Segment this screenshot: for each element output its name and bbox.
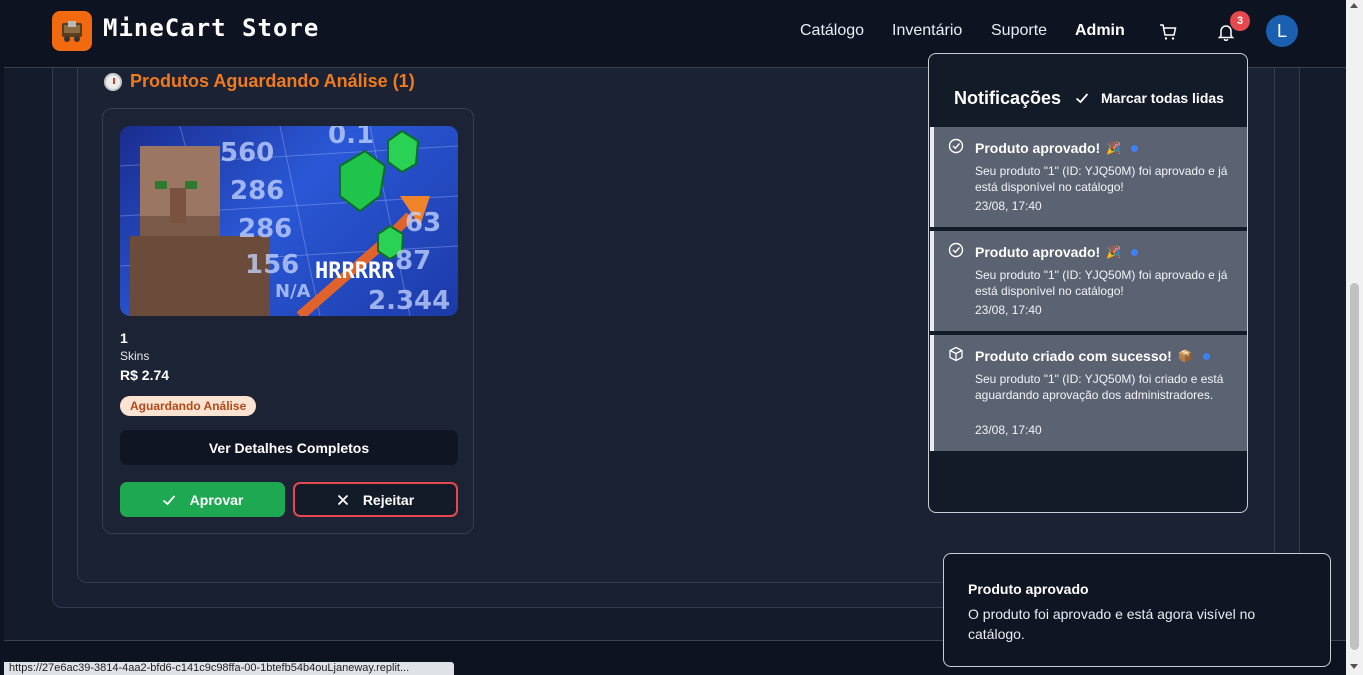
status-bar-url: https://27e6ac39-3814-4aa2-bfd6-c141c9c9… (4, 662, 454, 675)
cart-button[interactable] (1156, 20, 1180, 44)
unread-dot (1131, 248, 1139, 256)
notifications-title: Notificações (954, 88, 1062, 108)
toast-notification[interactable]: Produto aprovado O produto foi aprovado … (943, 553, 1331, 667)
notification-item[interactable]: Produto criado com sucesso! 📦 Seu produt… (930, 335, 1247, 451)
notification-time: 23/08, 17:40 (975, 303, 1042, 317)
minecart-logo-icon (62, 21, 82, 42)
clock-icon (104, 72, 122, 91)
nav-inventory[interactable]: Inventário (892, 22, 962, 40)
check-circle-icon (948, 138, 964, 154)
close-icon (337, 494, 348, 505)
nav-admin[interactable]: Admin (1075, 22, 1125, 40)
image-text: 2.344 (368, 286, 451, 316)
notification-body: Seu produto "1" (ID: YJQ50M) foi aprovad… (975, 268, 1228, 298)
notification-count-badge: 3 (1230, 11, 1250, 31)
package-icon (949, 346, 963, 362)
notification-title: Produto aprovado! (975, 140, 1101, 156)
product-image[interactable]: 560 286 286 156 N/A 63 87 2.344 0.1 HRRR… (120, 126, 458, 316)
image-text: 156 (245, 250, 300, 280)
image-text: 63 (405, 208, 442, 238)
product-category: Skins (120, 349, 150, 363)
cart-icon (1160, 24, 1177, 40)
scroll-up-arrow-icon[interactable] (1350, 3, 1358, 8)
party-emoji: 🎉 (1106, 245, 1122, 259)
view-details-label: Ver Detalhes Completos (208, 439, 370, 456)
notification-item[interactable]: Produto aprovado! 🎉 Seu produto "1" (ID:… (930, 231, 1247, 331)
image-text: N/A (275, 281, 311, 302)
party-emoji: 🎉 (1106, 141, 1122, 155)
notification-body: Seu produto "1" (ID: YJQ50M) foi criado … (975, 372, 1224, 402)
notification-item[interactable]: Produto aprovado! 🎉 Seu produto "1" (ID:… (930, 127, 1247, 227)
status-badge: Aguardando Análise (120, 396, 257, 416)
view-details-button[interactable]: Ver Detalhes Completos (120, 430, 458, 465)
pending-products-heading: Produtos Aguardando Análise (1) (104, 71, 415, 92)
toast-title: Produto aprovado (968, 581, 1089, 597)
brand-name[interactable]: MineCart Store (103, 14, 319, 42)
scroll-down-arrow-icon[interactable] (1350, 664, 1358, 669)
image-text: 87 (395, 246, 432, 276)
approve-label: Aprovar (189, 491, 244, 508)
nav-support[interactable]: Suporte (991, 22, 1047, 40)
notification-header: Produto aprovado! 🎉 (975, 244, 1139, 260)
notifications-dropdown: Notificações Marcar todas lidas Produto … (928, 53, 1248, 513)
product-card: 560 286 286 156 N/A 63 87 2.344 0.1 HRRR… (102, 108, 474, 534)
unread-dot (1202, 352, 1210, 360)
reject-button[interactable]: Rejeitar (293, 482, 458, 517)
notification-header: Produto aprovado! 🎉 (975, 140, 1139, 156)
nav-catalog[interactable]: Catálogo (800, 22, 864, 40)
approve-button[interactable]: Aprovar (120, 482, 285, 517)
check-icon (162, 494, 175, 505)
notification-title: Produto aprovado! (975, 244, 1101, 260)
unread-dot (1131, 144, 1139, 152)
notification-time: 23/08, 17:40 (975, 199, 1042, 213)
product-name: 1 (120, 330, 128, 346)
section-title: Produtos Aguardando Análise (1) (130, 71, 415, 91)
window-edge (0, 0, 4, 675)
notification-time: 23/08, 17:40 (975, 423, 1042, 437)
store-logo[interactable] (52, 11, 92, 51)
notification-title: Produto criado com sucesso! (975, 348, 1172, 364)
notification-body: Seu produto "1" (ID: YJQ50M) foi aprovad… (975, 164, 1228, 194)
user-avatar[interactable]: L (1266, 15, 1298, 47)
image-text: 0.1 (328, 126, 375, 150)
check-icon (1075, 93, 1089, 104)
product-price: R$ 2.74 (120, 367, 170, 383)
package-emoji: 📦 (1177, 349, 1193, 363)
image-text: 560 (220, 138, 275, 168)
mark-all-read-button[interactable]: Marcar todas lidas (1075, 90, 1224, 106)
notification-header: Produto criado com sucesso! 📦 (975, 348, 1210, 364)
scrollbar-thumb[interactable] (1350, 283, 1359, 650)
toast-message: O produto foi aprovado e está agora visí… (968, 606, 1256, 642)
image-text: 286 (230, 176, 285, 206)
page-scrollbar[interactable] (1346, 0, 1363, 675)
image-text: 286 (238, 214, 293, 244)
image-caption: HRRRRR (315, 259, 395, 284)
mark-all-read-label: Marcar todas lidas (1101, 90, 1224, 106)
reject-label: Rejeitar (362, 491, 415, 508)
check-circle-icon (948, 242, 964, 258)
